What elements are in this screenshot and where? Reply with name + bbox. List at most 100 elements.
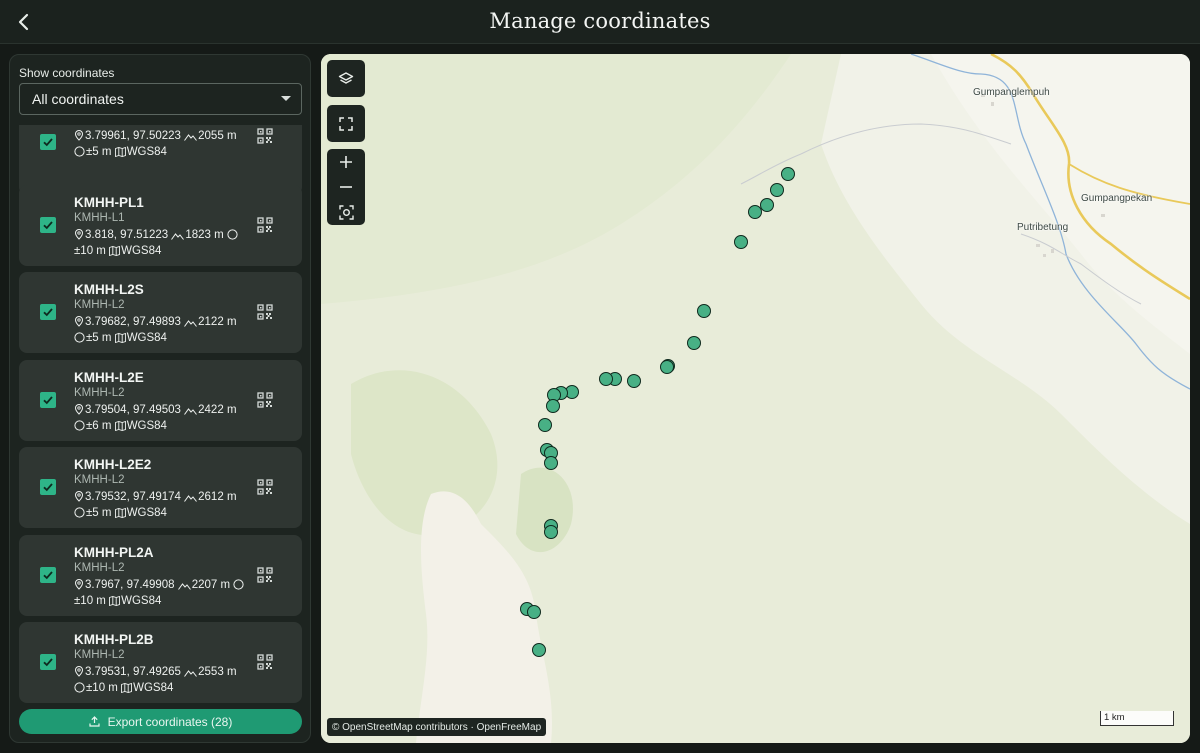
coordinate-marker[interactable] [538,418,552,432]
fullscreen-control[interactable] [327,105,365,142]
qr-code-button[interactable] [257,654,273,670]
cards-container: KMHH-L1 3.79961, 97.50223 2055 m ±5 m WGS… [10,125,310,703]
coordinate-name: KMHH-PL2B [74,632,154,647]
coordinate-marker[interactable] [660,360,674,374]
datum-value: WGS84 [126,420,167,432]
datum-value: WGS84 [126,507,167,519]
coordinates-filter-select[interactable]: All coordinates [19,83,302,115]
filter-value: All coordinates [32,91,124,107]
elevation-icon [171,233,185,240]
coordinate-marker[interactable] [697,304,711,318]
coordinate-marker[interactable] [748,205,762,219]
map-attribution[interactable]: © OpenStreetMap contributors · OpenFreeM… [327,718,547,736]
coordinate-value: 3.79531, 97.49265 [85,666,181,678]
elevation-icon [184,134,198,141]
accuracy-icon [74,332,85,343]
datum-value: WGS84 [133,682,174,694]
locate-button[interactable] [327,200,365,225]
location-pin-icon [74,316,84,327]
zoom-in-button[interactable] [327,149,365,174]
elevation-unit: m [226,666,237,678]
elevation-icon [184,408,198,415]
coordinate-marker[interactable] [781,167,795,181]
coordinate-meta: 3.79682, 97.49893 2122 m ±5 m WGS84 [74,314,250,346]
map-view[interactable]: Gumpanglempuh Gumpangpekan Putribetung ©… [321,54,1190,743]
layers-control[interactable] [327,60,365,97]
markers-layer [321,54,1190,743]
qr-code-button[interactable] [257,567,273,583]
coordinate-checkbox[interactable] [40,479,56,495]
coordinate-checkbox[interactable] [40,217,56,233]
accuracy-value: ±10 m [86,682,118,694]
coordinate-group: KMHH-L2 [74,649,125,661]
datum-value: WGS84 [121,595,162,607]
coordinate-value: 3.7967, 97.49908 [85,579,175,591]
coordinate-marker[interactable] [544,456,558,470]
coordinate-name: KMHH-PL2A [74,545,154,560]
qr-code-button[interactable] [257,217,273,233]
accuracy-value: ±5 m [86,146,112,158]
map-datum-icon [114,507,126,519]
qr-code-button[interactable] [257,479,273,495]
coordinate-card[interactable]: KMHH-PL2B KMHH-L2 3.79531, 97.49265 2553 m… [19,622,302,703]
check-icon [43,308,53,317]
coordinate-checkbox[interactable] [40,304,56,320]
map-datum-icon [114,146,126,158]
coordinate-group: KMHH-L2 [74,474,125,486]
coordinate-card[interactable]: KMHH-L2E2 KMHH-L2 3.79532, 97.49174 2612 m… [19,447,302,528]
upload-icon [89,716,100,727]
coordinate-value: 3.79532, 97.49174 [85,491,181,503]
elevation-icon [177,583,191,590]
coordinate-marker[interactable] [599,372,613,386]
coordinate-card[interactable]: KMHH-L2E KMHH-L2 3.79504, 97.49503 2422 m … [19,360,302,441]
qr-code-button[interactable] [257,128,273,144]
coordinate-value: 3.79682, 97.49893 [85,316,181,328]
coordinate-card[interactable]: KMHH-PL2A KMHH-L2 3.7967, 97.49908 2207 m … [19,535,302,616]
fullscreen-button[interactable] [327,105,365,142]
zoom-out-button[interactable] [327,174,365,199]
coordinate-marker[interactable] [760,198,774,212]
layers-button[interactable] [327,60,365,97]
coordinate-marker[interactable] [770,183,784,197]
check-icon [43,221,53,230]
coordinate-checkbox[interactable] [40,654,56,670]
coordinate-meta: 3.79504, 97.49503 2422 m ±6 m WGS84 [74,402,250,434]
qr-code-button[interactable] [257,392,273,408]
qr-code-icon [257,392,273,408]
coordinate-marker[interactable] [532,643,546,657]
coordinate-checkbox[interactable] [40,134,56,150]
qr-code-icon [257,304,273,320]
coordinate-marker[interactable] [627,374,641,388]
zoom-control[interactable] [327,149,365,225]
qr-code-icon [257,217,273,233]
check-icon [43,138,53,147]
coordinate-marker[interactable] [687,336,701,350]
coordinate-checkbox[interactable] [40,567,56,583]
accuracy-value: ±5 m [86,332,112,344]
coordinates-list[interactable]: KMHH-L1 3.79961, 97.50223 2055 m ±5 m WGS… [10,125,310,703]
export-coordinates-button[interactable]: Export coordinates (28) [19,709,302,734]
coordinate-card[interactable]: KMHH-PL1 KMHH-L1 3.818, 97.51223 1823 m ±1… [19,185,302,266]
elevation-icon [184,495,198,502]
coordinate-card[interactable]: KMHH-L2S KMHH-L2 3.79682, 97.49893 2122 m … [19,272,302,353]
coordinate-marker[interactable] [546,399,560,413]
coordinate-value: 3.818, 97.51223 [85,229,169,241]
export-label: Export coordinates (28) [107,714,233,729]
accuracy-icon [74,682,85,693]
elevation-value: 2422 [198,404,224,416]
coordinate-meta: 3.7967, 97.49908 2207 m ±10 m WGS84 [74,577,250,609]
coordinate-checkbox[interactable] [40,392,56,408]
accuracy-icon [74,420,85,431]
qr-code-button[interactable] [257,304,273,320]
elevation-value: 2612 [198,491,224,503]
qr-code-icon [257,567,273,583]
coordinate-marker[interactable] [544,525,558,539]
accuracy-icon [74,146,85,157]
coordinate-marker[interactable] [734,235,748,249]
coordinate-meta: 3.818, 97.51223 1823 m ±10 m WGS84 [74,227,250,259]
coordinate-meta: 3.79531, 97.49265 2553 m ±10 m WGS84 [74,664,250,696]
coordinate-marker[interactable] [527,605,541,619]
accuracy-value: ±5 m [86,507,112,519]
accuracy-icon [233,579,244,590]
layers-icon [338,71,354,84]
